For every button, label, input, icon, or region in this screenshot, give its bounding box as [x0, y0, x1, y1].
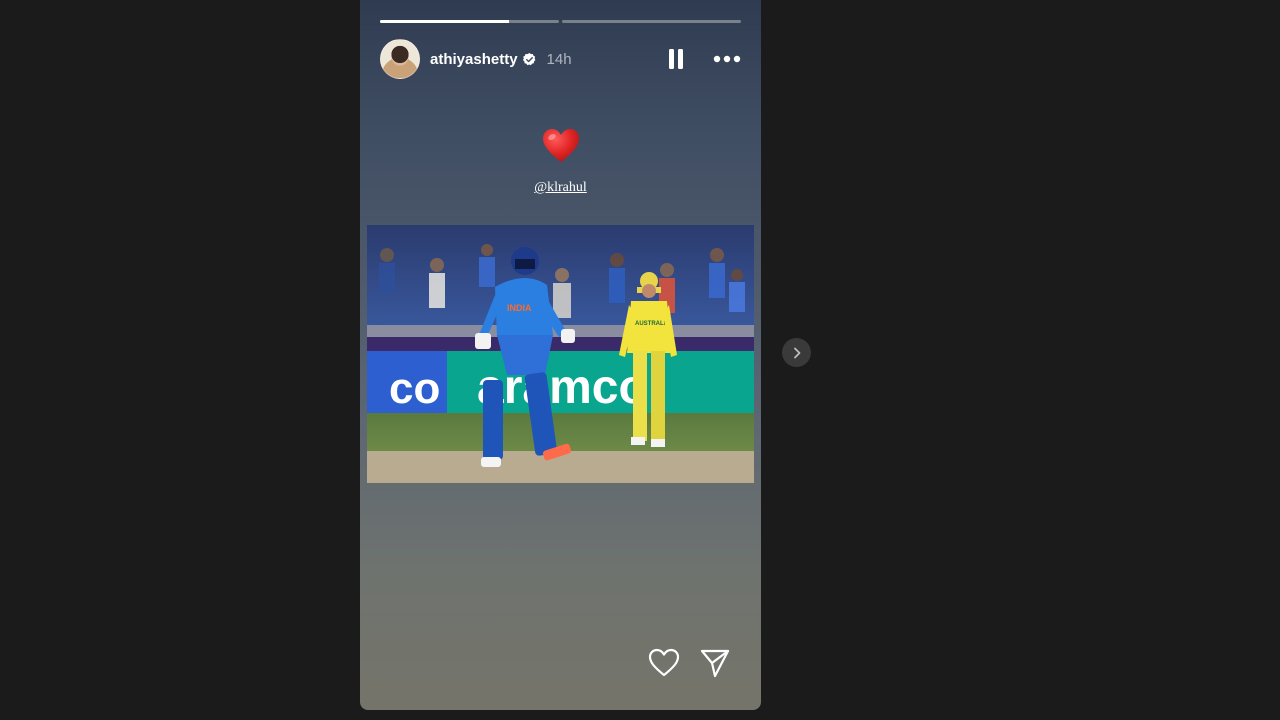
- jersey-text: INDIA: [507, 303, 532, 313]
- verified-badge-icon: [522, 52, 535, 65]
- progress-segment: [562, 20, 741, 23]
- post-time: 14h: [546, 50, 572, 68]
- progress-segment: [380, 20, 559, 23]
- story-viewer[interactable]: athiyashetty 14h @klrahul co aramco INDI…: [360, 0, 761, 710]
- story-photo: co aramco INDIA AUSTRALIA: [367, 225, 754, 483]
- chevron-right-icon: [793, 347, 800, 358]
- share-icon[interactable]: [700, 648, 730, 678]
- heart-emoji: [360, 128, 761, 169]
- progress-fill: [380, 20, 509, 23]
- next-story-button[interactable]: [782, 338, 811, 367]
- banner-left-text: co: [389, 364, 440, 413]
- mention-link[interactable]: @klrahul: [360, 180, 761, 196]
- username[interactable]: athiyashetty: [430, 51, 518, 68]
- pause-icon[interactable]: [667, 48, 685, 70]
- avatar[interactable]: [380, 39, 420, 79]
- story-header: athiyashetty 14h: [380, 38, 741, 80]
- story-progress: [380, 20, 741, 23]
- more-icon[interactable]: [713, 55, 741, 63]
- like-icon[interactable]: [648, 648, 680, 678]
